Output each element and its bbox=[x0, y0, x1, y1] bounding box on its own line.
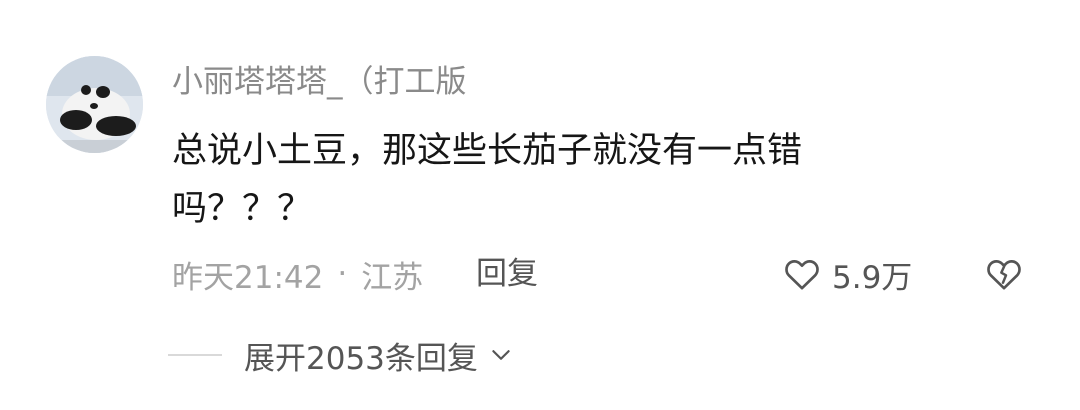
dislike-button[interactable] bbox=[984, 254, 1024, 294]
like-button[interactable]: 5.9万 bbox=[782, 250, 912, 298]
timestamp: 昨天21:42 bbox=[172, 259, 324, 296]
divider-line bbox=[168, 354, 222, 356]
chevron-down-icon bbox=[492, 350, 510, 360]
comment-text: 总说小土豆，那这些长茄子就没有一点错吗？？？ bbox=[172, 131, 803, 229]
reply-button[interactable]: 回复 bbox=[476, 252, 538, 296]
broken-heart-icon bbox=[987, 260, 1021, 290]
username[interactable]: 小丽塔塔塔_（打工版 bbox=[172, 60, 467, 104]
expand-replies-label: 展开2053条回复 bbox=[244, 340, 478, 377]
heart-outline-icon bbox=[785, 260, 819, 290]
avatar[interactable] bbox=[46, 56, 143, 153]
meta-separator: · bbox=[337, 256, 348, 292]
comment-meta: 昨天21:42 · 江苏 bbox=[172, 252, 423, 296]
panda-avatar-image bbox=[46, 56, 143, 153]
like-count: 5.9万 bbox=[832, 259, 913, 296]
expand-replies-button[interactable]: 展开2053条回复 bbox=[168, 332, 514, 378]
location: 江苏 bbox=[361, 259, 424, 296]
